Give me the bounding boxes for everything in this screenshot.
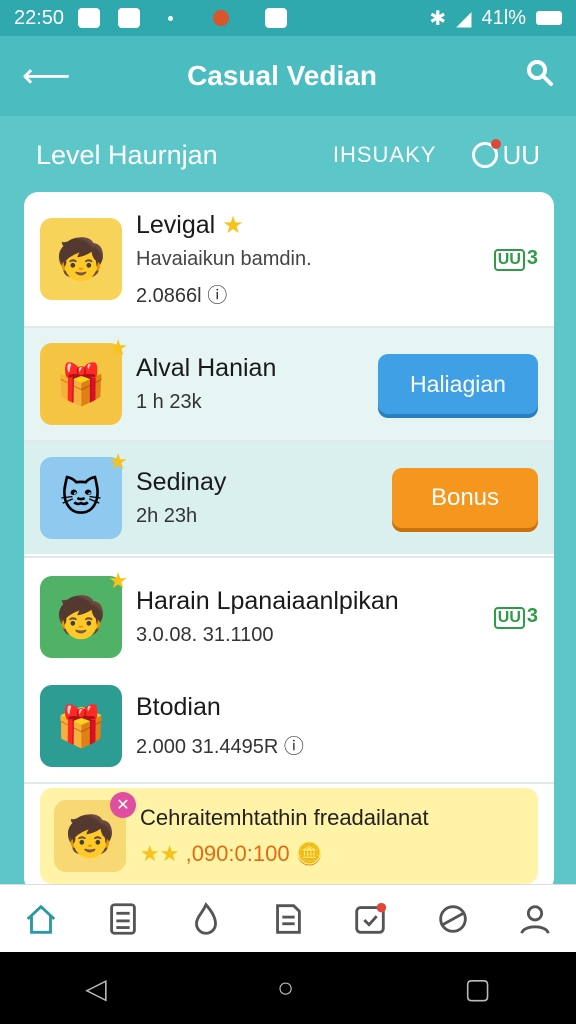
home-icon[interactable] — [19, 897, 63, 941]
calendar-icon[interactable] — [348, 897, 392, 941]
promo-banner[interactable]: 🧒 ✕ Cehraitemhtathin freadailanat ★★ ,09… — [40, 788, 538, 884]
badge-number: 3 — [526, 605, 538, 627]
promo-headline: Cehraitemhtathin freadailanat — [140, 805, 429, 830]
game-list: 🧒 Levigal ★ Havaiaikun bamdin. 2.0866l ⓘ… — [24, 192, 554, 892]
divider — [24, 556, 554, 558]
back-triangle-icon[interactable]: ◁ — [85, 972, 107, 1005]
level-title: Level Haurnjan — [36, 139, 218, 170]
item-meta: 2h 23h — [136, 505, 198, 527]
tab-history[interactable]: IHSUAKY — [333, 142, 437, 168]
list-item[interactable]: 🧒 ★ Harain Lpanaiaanlpikan 3.0.08. 31.110… — [24, 564, 554, 670]
coin-icon: 🪙 — [295, 841, 324, 866]
item-meta: 2.0866l — [136, 284, 202, 307]
star-icon: ★★ — [140, 841, 180, 866]
notification-red-icon — [213, 10, 230, 26]
info-icon: ⓘ — [283, 736, 304, 758]
cat-avatar-icon: 🐱 ★ — [40, 449, 128, 539]
list-item[interactable]: 🧒 Levigal ★ Havaiaikun bamdin. 2.0866l ⓘ… — [24, 192, 554, 326]
globe-icon[interactable] — [431, 897, 475, 941]
photo-icon — [265, 8, 288, 28]
star-icon: ★ — [108, 568, 128, 593]
gift-box-icon: 🎁 — [40, 685, 122, 767]
badge-box: UU — [493, 249, 525, 271]
bluetooth-icon: ✱ — [429, 7, 447, 30]
timer-icon — [472, 139, 502, 168]
timer-button[interactable]: UU — [472, 139, 540, 171]
close-badge-icon[interactable]: ✕ — [110, 792, 136, 818]
wifi-icon: ◢ — [456, 7, 472, 30]
sub-header: Level Haurnjan IHSUAKY UU — [0, 120, 576, 190]
star-icon: ★ — [108, 335, 128, 360]
arrow-left-icon[interactable]: ⟵ — [22, 56, 71, 96]
dot-icon — [168, 15, 174, 21]
list-item[interactable]: 🎁 Btodian 2.000 31.4495R ⓘ — [24, 674, 554, 778]
timer-label: UU — [502, 139, 540, 170]
item-name: Alval Hanian — [136, 354, 277, 382]
status-bar: 22:50 ✱ ◢ 41l% — [0, 0, 576, 36]
bonus-button[interactable]: Bonus — [392, 468, 538, 528]
notification-app-icon — [78, 8, 101, 28]
home-circle-icon[interactable]: ○ — [277, 972, 294, 1004]
document-icon[interactable] — [266, 897, 310, 941]
app-bar: ⟵ Casual Vedian — [0, 36, 576, 116]
recents-square-icon[interactable]: ▢ — [464, 972, 490, 1005]
gift-box-icon: 🎁 ★ — [40, 335, 128, 425]
mail-icon — [118, 8, 141, 28]
list-item[interactable]: 🎁 ★ Alval Hanian 1 h 23k Haliagian — [24, 328, 554, 440]
system-nav: ◁ ○ ▢ — [0, 952, 576, 1024]
item-meta: 2.000 31.4495R — [136, 736, 279, 758]
item-meta: 3.0.08. 31.1100 — [136, 624, 274, 646]
star-icon: ★ — [108, 449, 128, 474]
divider — [24, 782, 554, 784]
item-desc: Havaiaikun bamdin. — [136, 247, 312, 270]
boy-avatar-icon: 🧒 — [40, 218, 122, 300]
bottom-nav — [0, 884, 576, 952]
item-name: Sedinay — [136, 468, 227, 496]
search-icon[interactable] — [514, 59, 554, 94]
battery-icon — [536, 11, 562, 25]
item-meta: 1 h 23k — [136, 391, 202, 413]
info-icon: ⓘ — [207, 284, 228, 307]
item-name: Harain Lpanaiaanlpikan — [136, 587, 399, 615]
item-name: Levigal — [136, 210, 216, 239]
flame-icon[interactable] — [184, 897, 228, 941]
profile-icon[interactable] — [513, 897, 557, 941]
boy-avatar-icon: 🧒 ★ — [40, 568, 128, 658]
calculator-icon[interactable] — [101, 897, 145, 941]
status-time: 22:50 — [14, 6, 65, 29]
level-badge: UU 3 — [493, 605, 538, 629]
level-badge: UU 3 — [493, 247, 538, 271]
badge-box: UU — [493, 607, 525, 629]
list-item[interactable]: 🐱 ★ Sedinay 2h 23h Bonus — [24, 442, 554, 554]
page-title: Casual Vedian — [187, 60, 377, 91]
battery-percent: 41l% — [481, 6, 526, 29]
star-icon: ★ — [222, 211, 244, 239]
promo-reward: ,090:0:100 — [185, 841, 290, 866]
play-button[interactable]: Haliagian — [378, 354, 538, 414]
item-name: Btodian — [136, 693, 221, 721]
badge-number: 3 — [526, 247, 538, 269]
